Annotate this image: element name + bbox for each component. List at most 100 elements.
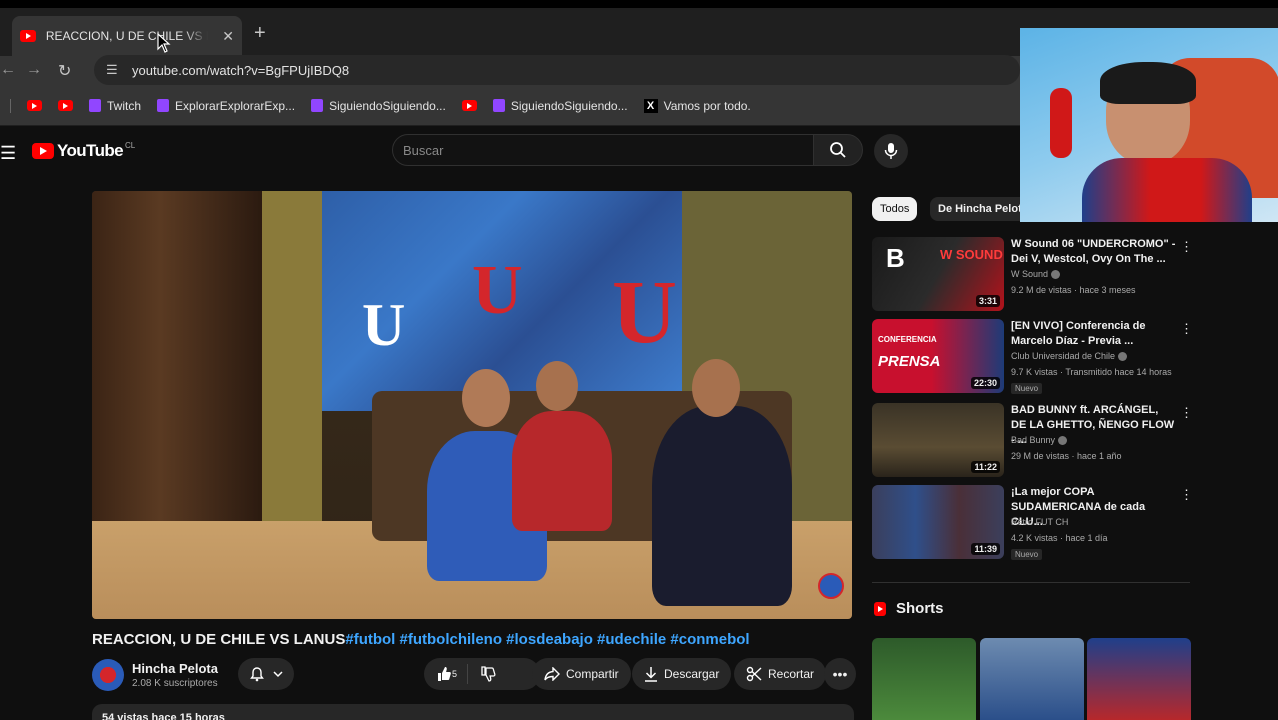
verified-icon [1058,436,1068,446]
search-icon [830,142,846,158]
forward-icon[interactable]: → [26,61,42,79]
bookmark-siguiendo-1[interactable]: SiguiendoSiguiendo... [311,99,446,113]
verified-icon [1051,270,1061,280]
video-hashtags[interactable]: #futbol #futbolchileno #losdeabajo #udec… [345,631,749,648]
kebab-menu-icon[interactable]: ⋮ [1180,487,1193,503]
microphone-prop [1050,88,1072,158]
bookmark-twitch[interactable]: Twitch [89,99,141,113]
share-button[interactable]: Compartir [532,658,631,690]
youtube-icon [461,100,477,111]
recommendation-title[interactable]: W Sound 06 "UNDERCROMO" - Dei V, Westcol… [1011,237,1176,267]
back-icon[interactable]: ← [0,61,16,79]
download-button[interactable]: Descargar [632,658,732,690]
youtube-logo[interactable]: YouTube CL [32,141,135,161]
address-bar[interactable]: ☰ youtube.com/watch?v=BgFPUjIBDQ8 [94,55,1020,85]
notifications-button[interactable] [238,658,294,690]
voice-search-button[interactable] [874,134,908,168]
recommendation-channel[interactable]: Club Universidad de Chile [1011,351,1128,362]
video-duration: 11:22 [971,461,1000,473]
video-thumbnail[interactable]: PRENSA CONFERENCIA 22:30 [872,319,1004,393]
recommendation-item[interactable]: PRENSA CONFERENCIA 22:30 [EN VIVO] Confe… [872,319,1193,394]
bookmark-x[interactable]: X Vamos por todo. [643,98,751,113]
search-button[interactable] [813,134,863,166]
like-dislike-group: 5 [424,658,540,690]
x-icon: X [643,98,658,113]
clip-label: Recortar [768,667,815,681]
share-label: Compartir [566,667,619,681]
shorts-title: Shorts [896,600,944,617]
recommendation-item[interactable]: 11:22 BAD BUNNY ft. ARCÁNGEL, DE LA GHET… [872,403,1193,477]
recommendation-channel[interactable]: Retro FUT CH [1011,517,1068,527]
channel-action-row: Hincha Pelota 2.08 K suscriptores 5 Comp… [92,658,856,692]
dislike-icon[interactable] [480,666,496,682]
channel-name[interactable]: Hincha Pelota [132,661,218,676]
new-tab-icon[interactable]: + [254,22,266,45]
streamer-shirt [1082,158,1252,222]
bookmark-youtube-1[interactable] [27,100,42,111]
download-icon [645,667,657,682]
close-tab-icon[interactable]: ✕ [222,28,234,45]
kebab-menu-icon[interactable]: ⋮ [1180,405,1193,421]
shorts-header: Shorts [874,600,944,617]
recommendation-item[interactable]: B W SOUND 3:31 W Sound 06 "UNDERCROMO" -… [872,237,1193,311]
youtube-icon [27,100,42,111]
country-code: CL [125,141,136,150]
youtube-favicon-icon [20,30,36,42]
channel-watermark-icon[interactable] [818,573,844,599]
video-duration: 11:39 [971,543,1000,555]
new-badge: Nuevo [1011,549,1043,560]
recommendation-item[interactable]: 11:39 ¡La mejor COPA SUDAMERICANA de cad… [872,485,1193,560]
channel-avatar[interactable] [92,659,124,691]
menu-icon[interactable]: ☰ [0,143,16,164]
twitch-icon [492,99,505,112]
description-box[interactable]: 54 vistas hace 15 horas [92,704,854,720]
kebab-menu-icon[interactable]: ⋮ [1180,239,1193,255]
short-thumbnail[interactable] [1087,638,1191,720]
bookmark-youtube-2[interactable] [58,100,73,111]
view-count-date: 54 vistas hace 15 horas [102,712,225,720]
chip-all[interactable]: Todos [872,197,918,221]
recommendation-meta: 9.2 M de vistas · hace 3 meses [1011,285,1136,295]
recommendation-channel[interactable]: W Sound [1011,269,1061,280]
bookmark-youtube-3[interactable] [461,100,477,111]
bookmark-explorar[interactable]: ExplorarExplorarExp... [157,99,295,113]
bookmark-label: SiguiendoSiguiendo... [510,98,628,113]
like-icon[interactable] [436,666,452,682]
short-thumbnail[interactable] [872,638,976,720]
bookmark-label: Twitch [107,98,142,113]
video-thumbnail[interactable]: B W SOUND 3:31 [872,237,1004,311]
short-thumbnail[interactable] [980,638,1084,720]
subscriber-count: 2.08 K suscriptores [132,678,218,689]
browser-tab[interactable]: REACCION, U DE CHILE VS LANUS ✕ [12,16,242,56]
search-box [392,134,814,166]
video-title-text: REACCION, U DE CHILE VS LANUS [92,631,346,648]
recommendation-meta: 4.2 K vistas · hace 1 día [1011,533,1108,543]
video-title: REACCION, U DE CHILE VS LANUS#futbol #fu… [92,631,750,648]
scissors-icon [746,666,762,682]
reload-icon[interactable]: ↻ [58,61,71,81]
recommendation-title[interactable]: [EN VIVO] Conferencia de Marcelo Díaz - … [1011,319,1176,349]
shorts-icon [874,601,886,616]
tab-title: REACCION, U DE CHILE VS LANUS [45,29,208,43]
video-duration: 22:30 [970,377,1000,389]
verified-icon [1118,352,1128,362]
twitch-icon [89,99,101,112]
recommendation-channel[interactable]: Bad Bunny [1011,435,1068,446]
person-middle [512,411,612,531]
video-thumbnail[interactable]: 11:22 [872,403,1004,477]
search-input[interactable] [393,135,813,165]
url-text: youtube.com/watch?v=BgFPUjIBDQ8 [132,62,350,78]
video-player[interactable]: U U U [92,191,852,619]
kebab-menu-icon[interactable]: ⋮ [1180,321,1193,337]
download-label: Descargar [664,667,720,681]
youtube-wordmark: YouTube [57,141,124,160]
site-settings-icon[interactable]: ☰ [106,62,122,78]
bookmark-label: ExplorarExplorarExp... [175,98,296,113]
clip-button[interactable]: Recortar [734,658,827,690]
video-thumbnail[interactable]: 11:39 [872,485,1004,559]
bookmark-siguiendo-2[interactable]: SiguiendoSiguiendo... [492,98,628,113]
more-actions-button[interactable]: ••• [824,658,856,690]
section-divider [872,582,1190,583]
recommendation-meta: 29 M de vistas · hace 1 año [1011,451,1122,461]
youtube-play-icon [32,143,54,159]
